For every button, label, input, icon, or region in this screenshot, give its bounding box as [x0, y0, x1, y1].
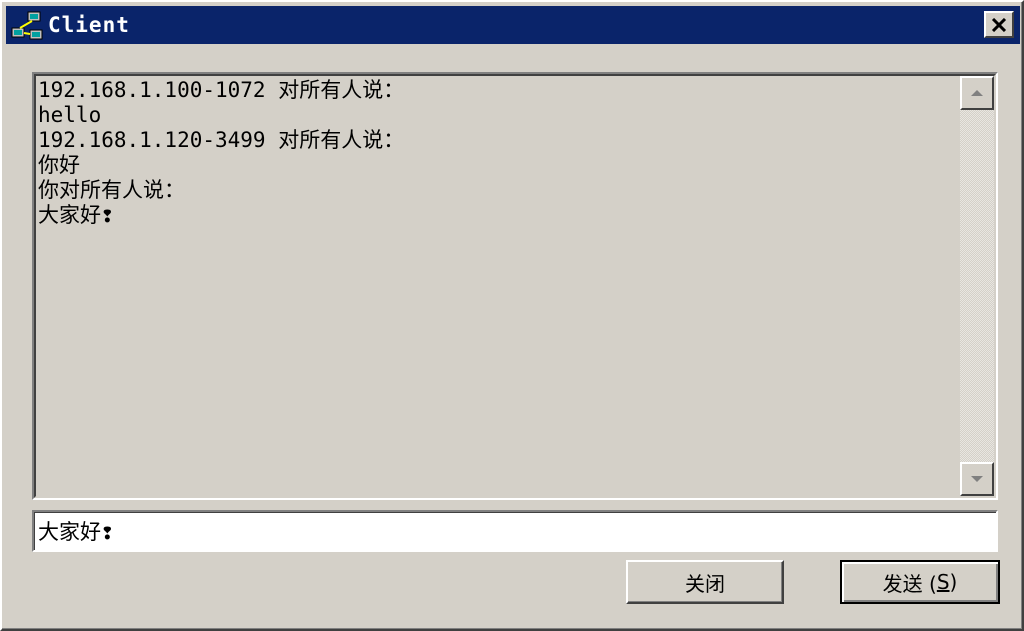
chat-history-inner: 192.168.1.100-1072 对所有人说： hello 192.168.…	[34, 74, 996, 498]
message-line: 你对所有人说：	[38, 178, 185, 202]
close-window-button[interactable]	[984, 11, 1014, 38]
send-button-mnemonic: S	[936, 570, 950, 594]
scroll-down-button[interactable]	[960, 462, 994, 496]
client-window: Client 192.168.1.100-1072 对所有人说： hello 1…	[0, 0, 1024, 631]
close-button-label: 关闭	[685, 571, 725, 596]
close-icon	[991, 17, 1007, 32]
message-line: 192.168.1.120-3499 对所有人说：	[38, 128, 405, 152]
message-line: hello	[38, 103, 102, 127]
message-line: 192.168.1.100-1072 对所有人说：	[38, 78, 405, 102]
send-button-label-suffix: )	[949, 570, 958, 594]
window-title: Client	[48, 13, 130, 37]
message-line: 你好	[38, 153, 80, 177]
title-bar[interactable]: Client	[6, 6, 1020, 44]
send-button[interactable]: 发送 (S)	[840, 560, 1000, 604]
scroll-up-button[interactable]	[960, 76, 994, 110]
vertical-scrollbar[interactable]	[960, 76, 994, 496]
network-computers-icon	[10, 8, 44, 42]
message-input[interactable]	[32, 510, 998, 552]
message-line: 大家好❢	[38, 203, 114, 227]
message-list: 192.168.1.100-1072 对所有人说： hello 192.168.…	[38, 78, 958, 488]
close-button[interactable]: 关闭	[626, 560, 784, 604]
arrow-down-icon	[971, 476, 983, 482]
arrow-up-icon	[971, 90, 983, 96]
send-button-label-prefix: 发送 (	[882, 571, 937, 596]
chat-history[interactable]: 192.168.1.100-1072 对所有人说： hello 192.168.…	[32, 72, 998, 500]
